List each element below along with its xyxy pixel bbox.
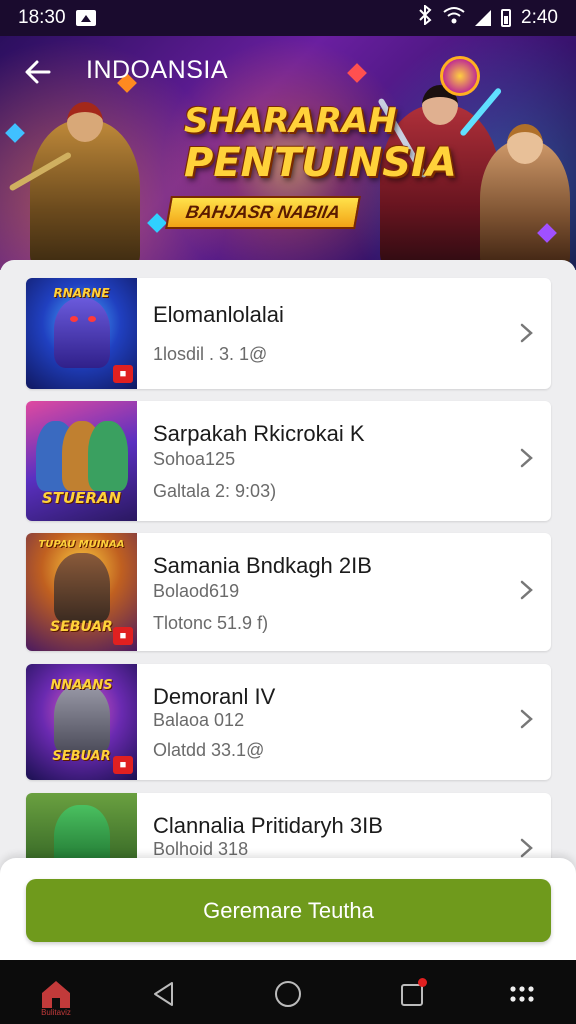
- wifi-icon: [443, 6, 465, 30]
- list-item[interactable]: TUPAU MUINAA SEBUAR ■ Samania Bndkagh 2I…: [26, 533, 551, 651]
- item-title: Demoranl IV: [153, 684, 276, 709]
- list-item[interactable]: NNAANS SEBUAR ■ Demoranl IV Balaoa 012 O…: [26, 664, 551, 780]
- back-button[interactable]: [18, 52, 58, 92]
- banner-title-line2: PENTUINSIA: [184, 139, 457, 186]
- chevron-right-icon: [520, 580, 533, 600]
- item-thumbnail: TUPAU MUINAA SEBUAR ■: [26, 533, 137, 651]
- bluetooth-icon: [417, 3, 433, 31]
- hero-character-far-right: [480, 124, 570, 270]
- badge-icon: ■: [113, 365, 133, 383]
- item-meta: 1losdil . 3. 1@: [153, 344, 268, 364]
- item-title: Samania Bndkagh 2IB: [153, 553, 372, 578]
- list-item[interactable]: RNARNE ■ Elomanlolalai 1losdil . 3. 1@: [26, 278, 551, 389]
- thumb-caption: RNARNE: [53, 286, 110, 300]
- item-title: Clannalia Pritidaryh 3IB: [153, 813, 383, 838]
- hero-banner: INDOANSIA SHARARAH PENTUINSIA BAHJASR NA…: [0, 36, 576, 270]
- navigation-bar: Bulitaviz: [0, 960, 576, 1024]
- badge-icon: ■: [113, 627, 133, 645]
- status-time-left: 18:30: [18, 7, 66, 28]
- chevron-right-icon: [520, 448, 533, 468]
- item-meta: Balaoa 012: [153, 710, 245, 730]
- circle-home-icon: [275, 981, 301, 1007]
- thumb-caption-top: TUPAU MUINAA: [38, 539, 125, 550]
- action-area: Geremare Teutha: [0, 858, 576, 960]
- item-meta-secondary: Tlotonc 51.9 f): [153, 613, 269, 633]
- region-title: INDOANSIA: [86, 56, 229, 84]
- banner-title: SHARARAH PENTUINSIA: [184, 101, 457, 186]
- home-icon: [42, 981, 70, 1008]
- status-time-right: 2:40: [521, 7, 558, 28]
- nav-apps[interactable]: [502, 974, 542, 1014]
- banner-tag: BAHJASR NABIIA: [165, 196, 361, 229]
- nav-home-button[interactable]: [268, 974, 308, 1014]
- badge-icon: ■: [113, 756, 133, 774]
- hero-character-left: [30, 102, 140, 270]
- chevron-right-icon: [520, 323, 533, 343]
- item-title: Elomanlolalai: [153, 302, 284, 327]
- emblem-icon: [440, 56, 480, 96]
- chevron-right-icon: [520, 709, 533, 729]
- item-meta-secondary: Olatdd 33.1@: [153, 740, 265, 760]
- arrow-left-icon: [25, 60, 51, 84]
- notification-dot: [418, 978, 427, 987]
- back-triangle-icon: [154, 982, 173, 1006]
- chevron-right-icon: [520, 838, 533, 858]
- status-bar: 18:30 2:40: [0, 0, 576, 36]
- gallery-icon: [75, 10, 96, 26]
- signal-icon: [475, 10, 492, 26]
- item-meta: Bolhoid 318: [153, 839, 249, 859]
- item-thumbnail: RNARNE ■: [26, 278, 137, 389]
- thumb-caption-top: NNAANS: [50, 678, 113, 693]
- item-thumbnail: NNAANS SEBUAR ■: [26, 664, 137, 780]
- nav-notifications[interactable]: [393, 974, 433, 1014]
- battery-icon: [501, 9, 512, 27]
- nav-back[interactable]: [144, 974, 184, 1014]
- item-meta: Bolaod619: [153, 581, 240, 601]
- item-title: Sarpakah Rkicrokai K: [153, 421, 365, 446]
- item-meta-secondary: Galtala 2: 9:03): [153, 481, 277, 501]
- banner-title-line1: SHARARAH: [184, 101, 397, 141]
- nav-home-label: Bulitaviz: [41, 1008, 71, 1017]
- item-thumbnail: STUERAN: [26, 401, 137, 521]
- item-meta: Sohoa125: [153, 449, 236, 469]
- list-item[interactable]: STUERAN Sarpakah Rkicrokai K Sohoa125 Ga…: [26, 401, 551, 521]
- event-list: RNARNE ■ Elomanlolalai 1losdil . 3. 1@ S…: [0, 260, 576, 883]
- generate-button[interactable]: Geremare Teutha: [26, 879, 551, 942]
- apps-grid-icon: [510, 986, 534, 1002]
- thumb-caption: STUERAN: [41, 489, 122, 507]
